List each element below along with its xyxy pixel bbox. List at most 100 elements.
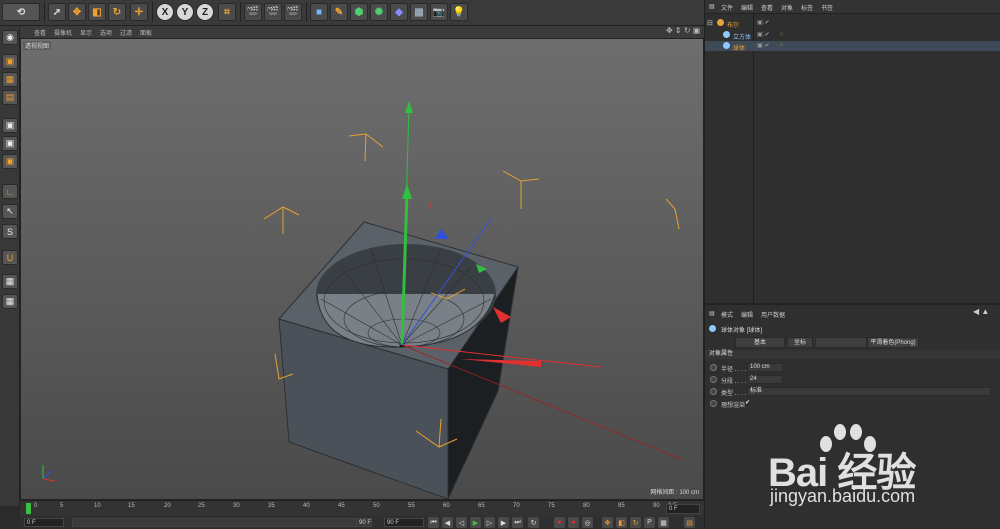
next-key-icon[interactable]: ▶	[498, 517, 509, 528]
key-scale-icon[interactable]: ◧	[616, 517, 627, 528]
workplane-mode-icon[interactable]: ▤	[2, 90, 18, 105]
cube-primitive-icon[interactable]: ■	[310, 3, 328, 21]
type-dropdown[interactable]: 标准	[747, 387, 991, 396]
om-menu-view[interactable]: 查看	[761, 3, 773, 12]
tab-coordinates[interactable]: 坐标	[787, 337, 813, 348]
animate-radio[interactable]	[710, 376, 717, 383]
y-axis-lock-button[interactable]: Y	[176, 3, 194, 21]
make-editable-icon[interactable]: ◉	[2, 30, 18, 45]
expand-icon[interactable]: ⊟	[707, 19, 713, 27]
am-nav-arrows-icon[interactable]: ◀ ▲	[973, 307, 989, 316]
spline-pen-icon[interactable]: ✎	[330, 3, 348, 21]
object-name[interactable]: 立方体	[733, 32, 751, 41]
frame-range-slider[interactable]	[72, 518, 372, 527]
y-axis-handle-arrow[interactable]	[402, 184, 412, 199]
autokey-icon[interactable]: ●	[568, 517, 579, 528]
tab-phong[interactable]: 平滑着色(Phong)	[867, 337, 919, 348]
tab-basic[interactable]: 基本	[735, 337, 785, 348]
y-axis-arrow[interactable]	[405, 101, 413, 113]
move-tool-icon[interactable]: ✥	[68, 3, 86, 21]
workplane-icon[interactable]: ▦	[2, 274, 18, 289]
select-tool-icon[interactable]: ➚	[48, 3, 66, 21]
end-frame-field[interactable]: 90 F	[384, 518, 424, 527]
rotate-tool-icon[interactable]: ↻	[108, 3, 126, 21]
visibility-icon[interactable]: ▣⁚✔	[757, 31, 770, 38]
object-row-cube[interactable]: 立方体 ▣⁚✔ ⁘	[705, 30, 1000, 41]
loop-icon[interactable]: ↻	[528, 517, 539, 528]
floor-icon[interactable]: ▦	[410, 3, 428, 21]
tag-icon[interactable]: ⁘	[779, 31, 784, 38]
magnet-icon[interactable]: U	[2, 250, 18, 265]
key-rotation-icon[interactable]: ↻	[630, 517, 641, 528]
viewport-menu-options[interactable]: 选项	[100, 28, 112, 37]
radius-field[interactable]: 100 cm	[747, 363, 783, 372]
texture-mode-icon[interactable]: ▦	[2, 72, 18, 87]
object-name[interactable]: 球体	[733, 43, 745, 52]
object-row-boole[interactable]: ⊟ 布尔 ▣⁚✔	[705, 18, 1000, 29]
key-parameter-icon[interactable]: P	[644, 517, 655, 528]
light-icon[interactable]: 💡	[450, 3, 468, 21]
render-perfect-checkbox[interactable]: ✔	[745, 399, 750, 406]
tweak-mode-icon[interactable]: ↖	[2, 204, 18, 219]
subdivision-surface-icon[interactable]: ⬢	[350, 3, 368, 21]
go-to-start-icon[interactable]: ⏮	[428, 517, 439, 528]
viewport-nav-icons[interactable]: ✥ ⇕ ↻ ▣	[666, 26, 700, 35]
render-picture-viewer-icon[interactable]: 🎬	[264, 3, 282, 21]
perspective-viewport[interactable]: 透视视图 网格间距: 100 cm	[20, 38, 704, 500]
viewport-menu-panel[interactable]: 面板	[140, 28, 152, 37]
z-axis-handle[interactable]	[435, 229, 449, 239]
next-frame-icon[interactable]: ▷	[484, 517, 495, 528]
animate-radio[interactable]	[710, 364, 717, 371]
object-name[interactable]: 布尔	[727, 20, 739, 29]
previous-key-icon[interactable]: ◀	[442, 517, 453, 528]
om-menu-bookmarks[interactable]: 书签	[821, 3, 833, 12]
animate-radio[interactable]	[710, 388, 717, 395]
timeline-cursor[interactable]	[26, 503, 31, 514]
object-row-sphere[interactable]: 球体 ▣⁚✔ ⁘	[705, 41, 1000, 52]
coordinate-system-icon[interactable]: ⌗	[218, 3, 236, 21]
go-to-end-icon[interactable]: ⏭	[512, 517, 523, 528]
timeline-window-icon[interactable]: ▤	[684, 517, 695, 528]
segments-field[interactable]: 24	[747, 375, 783, 384]
visibility-icon[interactable]: ▣⁚✔	[757, 42, 770, 49]
am-menu-mode[interactable]: 模式	[721, 310, 733, 319]
model-mode-icon[interactable]: ▣	[2, 54, 18, 69]
om-menu-file[interactable]: 文件	[721, 3, 733, 12]
tag-icon[interactable]: ⁘	[779, 42, 784, 49]
viewport-menu-cameras[interactable]: 摄像机	[54, 28, 72, 37]
start-frame-field[interactable]: 0 F	[24, 518, 64, 527]
om-menu-edit[interactable]: 编辑	[741, 3, 753, 12]
axis-mode-icon[interactable]: ∟	[2, 184, 18, 199]
deformer-icon[interactable]: ◆	[390, 3, 408, 21]
om-menu-objects[interactable]: 对象	[781, 3, 793, 12]
snap-icon[interactable]: S	[2, 224, 18, 239]
polygons-mode-icon[interactable]: ▣	[2, 154, 18, 169]
camera-icon[interactable]: 📷	[430, 3, 448, 21]
edges-mode-icon[interactable]: ▣	[2, 136, 18, 151]
record-icon[interactable]: ●	[554, 517, 565, 528]
z-axis-lock-button[interactable]: Z	[196, 3, 214, 21]
keyframe-selection-icon[interactable]: ◎	[582, 517, 593, 528]
visibility-icon[interactable]: ▣⁚✔	[757, 19, 770, 26]
timeline-ruler[interactable]: 0 5 10 15 20 25 30 35 40 45 50 55 60 65 …	[20, 500, 704, 516]
viewport-menu-display[interactable]: 显示	[80, 28, 92, 37]
viewport-menu-view[interactable]: 查看	[34, 28, 46, 37]
points-mode-icon[interactable]: ▣	[2, 118, 18, 133]
om-menu-tags[interactable]: 标签	[801, 3, 813, 12]
array-generator-icon[interactable]: ✺	[370, 3, 388, 21]
render-settings-icon[interactable]: 🎬	[284, 3, 302, 21]
scale-tool-icon[interactable]: ◧	[88, 3, 106, 21]
am-menu-user-data[interactable]: 用户数据	[761, 310, 785, 319]
locked-workplane-icon[interactable]: ▦	[2, 294, 18, 309]
key-position-icon[interactable]: ✥	[602, 517, 613, 528]
previous-frame-icon[interactable]: ◁	[456, 517, 467, 528]
current-frame-field[interactable]: 0 F	[666, 504, 700, 514]
play-icon[interactable]: ▶	[470, 517, 481, 528]
key-pla-icon[interactable]: ▦	[658, 517, 669, 528]
render-view-icon[interactable]: 🎬	[244, 3, 262, 21]
live-selection-icon[interactable]: ✛	[130, 3, 148, 21]
x-axis-lock-button[interactable]: X	[156, 3, 174, 21]
am-menu-edit[interactable]: 编辑	[741, 310, 753, 319]
undo-icon[interactable]: ⟲	[2, 3, 40, 21]
animate-radio[interactable]	[710, 400, 717, 407]
